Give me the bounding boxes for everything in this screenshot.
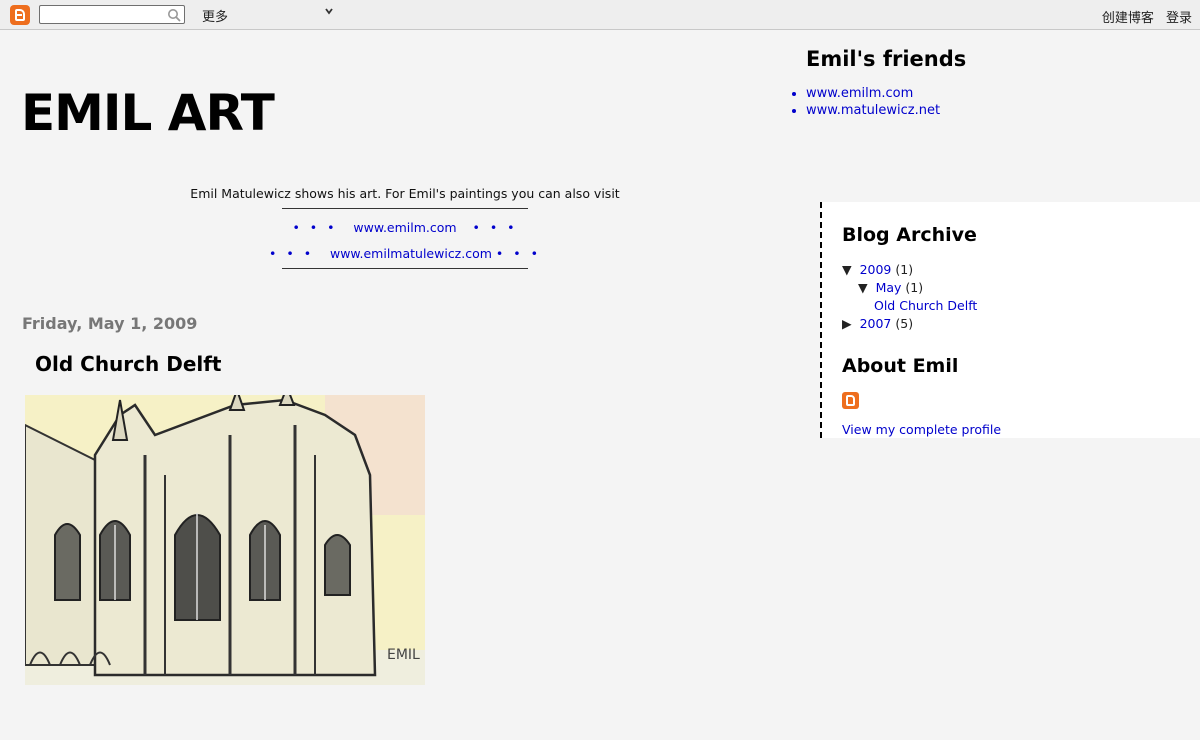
archive-post-link[interactable]: Old Church Delft <box>874 298 977 313</box>
archive-count: (1) <box>895 262 914 277</box>
description-text: Emil Matulewicz shows his art. For Emil'… <box>190 186 620 201</box>
friends-title: Emil's friends <box>806 47 967 71</box>
blogger-logo-icon[interactable] <box>10 5 30 25</box>
post-title[interactable]: Old Church Delft <box>35 352 222 376</box>
archive-year-2009-link[interactable]: 2009 <box>860 262 892 277</box>
about-title: About Emil <box>842 355 959 377</box>
archive-year-2009: ▼ 2009 (1) <box>842 262 913 277</box>
archive-title: Blog Archive <box>842 224 977 246</box>
archive-year-2007: ▶ 2007 (5) <box>842 316 913 331</box>
sign-in-link[interactable]: 登录 <box>1166 11 1192 26</box>
more-dropdown[interactable]: 更多 <box>202 6 336 25</box>
post-date: Friday, May 1, 2009 <box>22 314 198 333</box>
archive-year-2007-link[interactable]: 2007 <box>860 316 892 331</box>
triangle-right-icon[interactable]: ▶ <box>842 316 852 331</box>
more-label: 更多 <box>202 10 229 25</box>
emilm-link[interactable]: www.emilm.com <box>353 220 456 235</box>
bullet-dots: • • • <box>472 220 518 235</box>
archive-month-may: ▼ May (1) <box>858 280 923 295</box>
friends-list: www.emilm.com www.matulewicz.net <box>806 85 966 119</box>
divider <box>282 201 528 209</box>
friends-widget: Emil's friends www.emilm.com www.matulew… <box>806 47 966 119</box>
navbar-right: 创建博客 登录 <box>1094 7 1192 26</box>
triangle-down-icon[interactable]: ▼ <box>858 280 868 295</box>
description-link-row-2: • • • www.emilmatulewicz.com • • • <box>180 246 630 261</box>
friend-link-emilm[interactable]: www.emilm.com <box>806 85 966 102</box>
bullet-dots: • • • <box>292 220 338 235</box>
description-link-row-1: • • • www.emilm.com • • • <box>180 220 630 235</box>
emilmatulewicz-link[interactable]: www.emilmatulewicz.com <box>330 246 492 261</box>
post-painting-image[interactable]: EMIL <box>25 395 425 685</box>
blogger-navbar: 更多 创建博客 登录 <box>0 0 1200 30</box>
blog-title[interactable]: EMIL ART <box>21 84 275 142</box>
triangle-down-icon[interactable]: ▼ <box>842 262 852 277</box>
search-input[interactable] <box>39 5 185 24</box>
bullet-dots: • • • <box>495 246 541 261</box>
view-profile-link[interactable]: View my complete profile <box>842 422 1001 437</box>
friend-link-matulewicz[interactable]: www.matulewicz.net <box>806 102 966 119</box>
chevron-down-icon <box>324 6 334 19</box>
painting-signature: EMIL <box>387 647 420 663</box>
archive-count: (5) <box>895 316 914 331</box>
sidebar: Blog Archive ▼ 2009 (1) ▼ May (1) Old Ch… <box>820 202 1200 438</box>
blog-description: Emil Matulewicz shows his art. For Emil'… <box>180 186 630 269</box>
archive-post: Old Church Delft <box>874 298 977 313</box>
divider <box>282 261 528 269</box>
bullet-dots: • • • <box>269 246 315 261</box>
archive-month-may-link[interactable]: May <box>876 280 902 295</box>
blogger-profile-icon[interactable] <box>842 392 859 409</box>
search-icon[interactable] <box>167 8 181 22</box>
create-blog-link[interactable]: 创建博客 <box>1102 11 1154 26</box>
archive-count: (1) <box>905 280 924 295</box>
